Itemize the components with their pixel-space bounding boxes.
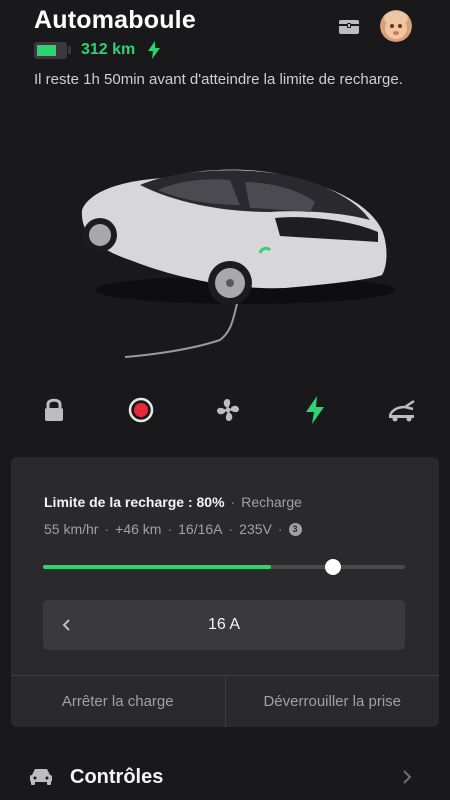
- controls-label: Contrôles: [70, 766, 164, 788]
- range-text: 312 km: [81, 41, 136, 58]
- slider-fill: [43, 565, 272, 569]
- avatar[interactable]: [380, 10, 412, 42]
- charge-limit-slider[interactable]: [43, 559, 405, 575]
- charge-limit-label: Limite de la recharge : 80%: [44, 494, 225, 510]
- stop-charging-button[interactable]: Arrêter la charge: [11, 676, 225, 727]
- range-added: +46 km: [115, 521, 162, 537]
- separator-dot: ·: [230, 494, 236, 510]
- lock-icon[interactable]: [38, 392, 70, 428]
- chevron-left-icon[interactable]: [55, 600, 79, 650]
- separator-dot: ·: [277, 521, 283, 537]
- car-image: [70, 150, 400, 370]
- charge-rate: 55 km/hr: [44, 521, 99, 537]
- charge-state: Recharge: [241, 494, 302, 510]
- trunk-icon[interactable]: [386, 392, 418, 428]
- slider-handle[interactable]: [324, 559, 341, 575]
- charge-limit-line: Limite de la recharge : 80% · Recharge: [44, 494, 302, 510]
- battery-icon: [34, 41, 67, 59]
- charging-bolt-icon: [147, 41, 161, 59]
- charge-current: 16/16A: [178, 521, 223, 537]
- quick-controls: [38, 392, 418, 428]
- charge-voltage: 235V: [239, 521, 272, 537]
- charging-actions: Arrêter la charge Déverrouiller la prise: [11, 675, 439, 727]
- unlock-port-button[interactable]: Déverrouiller la prise: [224, 676, 440, 727]
- chevron-right-icon: [402, 769, 412, 790]
- vehicle-name: Automaboule: [34, 6, 196, 34]
- header-actions: [336, 10, 412, 42]
- controls-row[interactable]: Contrôles: [0, 752, 450, 800]
- charging-bolt-icon[interactable]: [299, 392, 331, 428]
- amperage-value: 16 A: [207, 616, 241, 633]
- separator-dot: ·: [104, 521, 110, 537]
- charging-status-message: Il reste 1h 50min avant d'atteindre la l…: [34, 71, 403, 88]
- battery-cap: [68, 46, 71, 54]
- separator-dot: ·: [228, 521, 234, 537]
- battery-status: 312 km: [34, 41, 161, 59]
- record-icon[interactable]: [125, 392, 157, 428]
- amperage-selector[interactable]: 16 A: [43, 600, 405, 650]
- fan-icon[interactable]: [212, 392, 244, 428]
- chest-icon[interactable]: [336, 13, 362, 39]
- separator-dot: ·: [167, 521, 173, 537]
- battery-fill: [37, 44, 56, 56]
- charge-stats: 55 km/hr · +46 km · 16/16A · 235V · 3: [44, 521, 302, 537]
- phase-count-badge: 3: [288, 522, 302, 536]
- charging-panel: Limite de la recharge : 80% · Recharge 55 …: [11, 457, 439, 727]
- car-icon: [28, 766, 54, 791]
